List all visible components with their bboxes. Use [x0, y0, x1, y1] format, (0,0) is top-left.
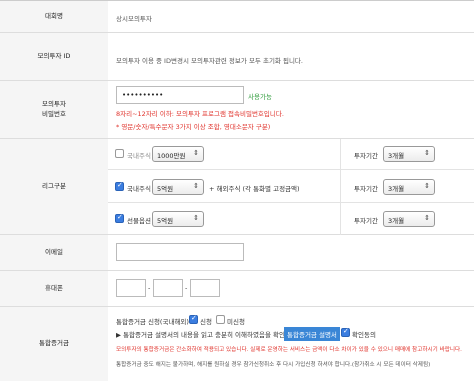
domestic-stock-amount: 1000만원: [157, 152, 186, 160]
domestic-stock-amount-select[interactable]: 1000만원 ⇕: [152, 146, 204, 162]
password-status: 사용가능: [248, 93, 272, 101]
domestic-stock-period-label: 투자기간: [354, 152, 378, 160]
integrated-margin-apply-prefix: 통합증거금 신청(국내해외): [116, 318, 189, 326]
chevron-down-icon: ⇕: [424, 149, 430, 157]
email-input[interactable]: [116, 243, 244, 261]
agree-checkbox[interactable]: [341, 327, 350, 337]
futures-checkbox[interactable]: [115, 213, 124, 223]
agree-label: 확인동의: [352, 331, 376, 339]
chevron-down-icon: ⇕: [193, 182, 199, 190]
phone-input-3[interactable]: [190, 279, 220, 297]
futures-period-label: 투자기간: [354, 217, 378, 225]
apply-label: 신청: [200, 318, 212, 326]
password-label-line2: 비밀번호: [42, 109, 66, 118]
domestic-stock2-period: 3개월: [388, 185, 405, 193]
chevron-down-icon: ⇕: [193, 214, 199, 222]
futures-amount: 5억원: [157, 217, 174, 225]
integrated-margin-confirm-text: ▶ 통합증거금 설명서의 내용을 읽고 충분히 이해하였음을 확인합니다.: [116, 331, 305, 339]
phone-separator-1: -: [148, 284, 151, 292]
domestic-stock2-label: 국내주식: [127, 185, 151, 193]
phone-input-1[interactable]: [116, 279, 146, 297]
password-label-line1: 모의투자: [42, 99, 66, 108]
email-label: 이메일: [0, 235, 108, 270]
domestic-stock-checkbox[interactable]: [115, 149, 124, 158]
row-phone: 휴대폰 - -: [0, 271, 474, 307]
domestic-stock2-period-label: 투자기간: [354, 185, 378, 193]
company-label: 대회명: [0, 1, 108, 32]
row-email: 이메일: [0, 235, 474, 271]
mock-id-notice: 모의투자 이용 중 ID변경시 모의투자관련 정보가 모두 초기화 됩니다.: [116, 57, 303, 65]
not-apply-label: 미신청: [227, 318, 245, 326]
apply-checkbox[interactable]: [189, 314, 198, 324]
password-rule-1: 8자리~12자리 이하: 모의투자 프로그램 접속비밀번호입니다.: [116, 110, 284, 118]
domestic-stock2-period-select[interactable]: 3개월 ⇕: [383, 179, 435, 195]
domestic-stock2-amount-select[interactable]: 5억원 ⇕: [152, 179, 204, 195]
company-value: 상시모의투자: [116, 15, 152, 23]
password-value: ••••••••••: [122, 91, 164, 99]
futures-label: 선물옵션: [127, 217, 151, 225]
chevron-down-icon: ⇕: [193, 149, 199, 157]
password-rule-2: * 영문/숫자/특수문자 3가지 이상 조합, 영대소문자 구분): [116, 123, 271, 131]
row-company: 대회명 상시모의투자: [0, 1, 474, 33]
futures-period: 3개월: [388, 217, 405, 225]
row-league: 리그구분 국내주식 1000만원 ⇕ 투자기간 3개월 ⇕ 국내주식 5억원 ⇕: [0, 139, 474, 235]
futures-amount-select[interactable]: 5억원 ⇕: [152, 211, 204, 227]
league-label: 리그구분: [0, 139, 108, 234]
integrated-margin-label: 통합증거금: [0, 307, 108, 381]
domestic-stock-label: 국내주식: [127, 152, 151, 160]
mock-id-label: 모의투자 ID: [0, 33, 108, 80]
phone-separator-2: -: [185, 284, 188, 292]
domestic-stock2-checkbox[interactable]: [115, 181, 124, 191]
password-input[interactable]: ••••••••••: [116, 86, 244, 104]
domestic-stock2-amount: 5억원: [157, 185, 174, 193]
not-apply-checkbox[interactable]: [216, 315, 225, 324]
domestic-stock-period-select[interactable]: 3개월 ⇕: [383, 146, 435, 162]
domestic-stock-period: 3개월: [388, 152, 405, 160]
password-label: 모의투자 비밀번호: [0, 81, 108, 138]
integrated-margin-warning: 모의투자의 통합증거금은 간소화하여 적용되고 있습니다. 실제로 운영하는 서…: [116, 347, 462, 353]
overseas-stock-note: + 해외주식 (각 통화별 고정금액): [209, 185, 300, 193]
row-password: 모의투자 비밀번호 •••••••••• 사용가능 8자리~12자리 이하: 모…: [0, 81, 474, 139]
phone-input-2[interactable]: [153, 279, 183, 297]
row-mock-id: 모의투자 ID 모의투자 이용 중 ID변경시 모의투자관련 정보가 모두 초기…: [0, 33, 474, 81]
futures-period-select[interactable]: 3개월 ⇕: [383, 211, 435, 227]
chevron-down-icon: ⇕: [424, 182, 430, 190]
phone-label: 휴대폰: [0, 271, 108, 306]
integrated-margin-guide-link[interactable]: 통합증거금 설명서: [284, 327, 340, 341]
registration-form: 대회명 상시모의투자 모의투자 ID 모의투자 이용 중 ID변경시 모의투자관…: [0, 0, 474, 381]
integrated-margin-cancel-notice: 통합증거금 중도 해지는 불가하며, 해지를 원하실 경우 참가신청취소 후 다…: [116, 362, 431, 368]
chevron-down-icon: ⇕: [424, 214, 430, 222]
row-integrated-margin: 통합증거금 통합증거금 신청(국내해외) 신청 미신청 ▶ 통합증거금 설명서의…: [0, 307, 474, 381]
